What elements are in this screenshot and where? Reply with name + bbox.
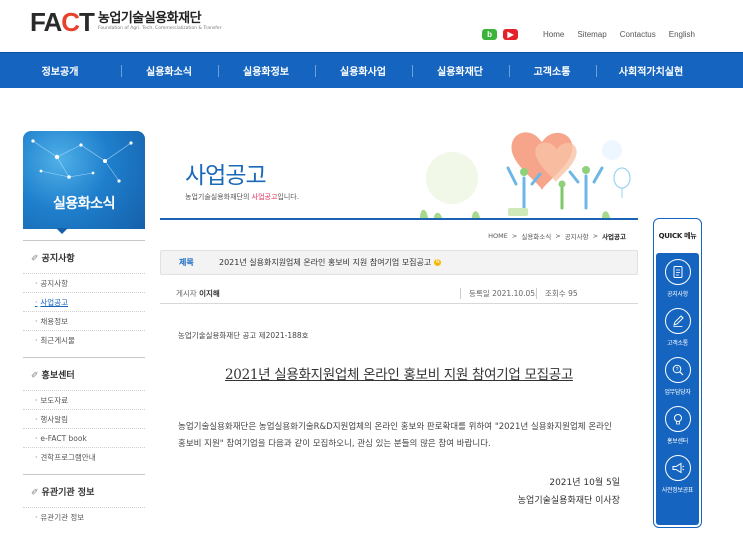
lightbulb-icon <box>664 406 691 432</box>
document-date: 2021년 10월 5일 <box>549 478 620 488</box>
sidebar-item-business-notice[interactable]: 사업공고 <box>23 292 145 311</box>
sidebar-section-related: ✐유관기관 정보 유관기관 정보 <box>23 474 145 526</box>
document-text: 농업기술실용화재단은 농업실용화기술R&D지원업체의 온라인 홍보와 판로확대를… <box>178 422 612 449</box>
gnb-item-communication[interactable]: 고객소통 <box>530 63 574 78</box>
post-writer: 게시자 이지해 <box>176 289 220 298</box>
post-date: 등록일 2021.10.05. <box>460 288 537 299</box>
chevron-right-icon: > <box>511 232 518 240</box>
chevron-right-icon: > <box>555 232 561 240</box>
gnb-separator <box>412 64 413 77</box>
family-heart-illustration <box>420 132 631 218</box>
document-issuer: 농업기술실용화재단 이사장 <box>517 496 620 506</box>
quick-item-pre-disclosure[interactable]: 사전정보공표 <box>656 449 699 498</box>
site-logo[interactable]: FACT 농업기술실용화재단 Foundation of Agri. Tech.… <box>30 8 221 36</box>
sidebar-arrow <box>56 228 68 234</box>
sidebar-section-pr: ✐홍보센터 보도자료 행사알림 e-FACT book 견학프로그램안내 <box>23 357 145 466</box>
logo-name: 농업기술실용화재단 <box>97 11 202 26</box>
person-search-icon: ? <box>664 357 691 383</box>
leaf-icon: ✐ <box>31 371 39 381</box>
quick-item-pr-center[interactable]: 홍보센터 <box>656 400 699 449</box>
gnb-separator <box>218 64 219 77</box>
gnb-separator <box>509 64 510 77</box>
breadcrumb: HOME > 실용화소식 > 공지사항 > 사업공고 <box>484 231 626 241</box>
quick-item-staff[interactable]: ? 업무담당자 <box>656 351 699 400</box>
sidebar-item-recent-posts[interactable]: 최근게시물 <box>23 330 145 349</box>
post-subject: 2021년 실용화지원업체 온라인 홍보비 지원 참여기업 모집공고 N <box>219 258 442 267</box>
breadcrumb-current: 사업공고 <box>602 233 626 241</box>
utility-nav: b ▶ Home Sitemap Contactus English <box>482 29 695 40</box>
page-description: 농업기술실용화재단의 사업공고입니다. <box>185 193 299 201</box>
quick-item-communication[interactable]: 고객소통 <box>656 302 699 351</box>
quick-menu: QUICK 메뉴 공지사항 고객소통 ? 업무담당자 홍보센터 사전정보공표 <box>653 218 702 528</box>
gnb-item-foundation[interactable]: 실용화재단 <box>433 63 487 78</box>
leaf-icon: ✐ <box>31 488 39 498</box>
gnb-separator <box>315 64 316 77</box>
gnb-item-information[interactable]: 실용화정보 <box>239 63 293 78</box>
post-views: 조회수 95 <box>536 288 578 299</box>
sidebar-item-notice[interactable]: 공지사항 <box>23 273 145 292</box>
sidebar-section-title: 홍보센터 <box>41 371 75 381</box>
content-title-rule <box>160 218 638 220</box>
page-title: 사업공고 <box>185 163 267 189</box>
new-badge-icon: N <box>434 259 442 266</box>
sidebar-section-title: 공지사항 <box>41 254 75 264</box>
sidebar-item-press[interactable]: 보도자료 <box>23 390 145 409</box>
document-title: 2021년 실용화지원업체 온라인 홍보비 지원 참여기업 모집공고 <box>225 367 573 383</box>
breadcrumb-item[interactable]: 실용화소식 <box>521 231 551 241</box>
constellation-graphic <box>31 139 133 183</box>
util-link-contactus[interactable]: Contactus <box>620 30 656 39</box>
svg-text:?: ? <box>675 367 678 373</box>
page: FACT 농업기술실용화재단 Foundation of Agri. Tech.… <box>0 0 743 534</box>
gnb-item-social-value[interactable]: 사회적가치실현 <box>611 63 691 78</box>
document-icon <box>664 259 691 285</box>
logo-subtitle: Foundation of Agri. Tech. Commercializat… <box>97 26 222 31</box>
post-body: 농업기술실용화재단 공고 제2021-188호 2021년 실용화지원업체 온라… <box>160 318 638 506</box>
sidebar-item-tour-program[interactable]: 견학프로그램안내 <box>23 447 145 466</box>
subject-label: 제목 <box>179 258 194 267</box>
gnb-separator <box>121 64 122 77</box>
sidebar-title: 실용화소식 <box>53 196 115 212</box>
gnb-item-info-disclosure[interactable]: 정보공개 <box>32 63 88 78</box>
chevron-right-icon: > <box>592 232 599 240</box>
youtube-icon[interactable]: ▶ <box>503 29 519 40</box>
megaphone-icon <box>664 455 691 481</box>
main-navigation: 정보공개 실용화소식 실용화정보 실용화사업 실용화재단 고객소통 사회적가치실… <box>0 52 743 88</box>
sidebar-item-recruit[interactable]: 채용정보 <box>23 311 145 330</box>
sidebar-menu: ✐공지사항 공지사항 사업공고 채용정보 최근게시물 ✐홍보센터 보도자료 행사… <box>23 240 145 526</box>
logo-mark: FACT <box>30 7 95 37</box>
gnb-item-news[interactable]: 실용화소식 <box>142 63 196 78</box>
leaf-icon: ✐ <box>31 254 39 264</box>
sidebar-item-related-org[interactable]: 유관기관 정보 <box>23 507 145 526</box>
pencil-icon <box>664 308 691 334</box>
util-link-english[interactable]: English <box>669 30 695 39</box>
util-link-home[interactable]: Home <box>543 30 564 39</box>
document-number: 농업기술실용화재단 공고 제2021-188호 <box>178 331 309 340</box>
sidebar-item-efact-book[interactable]: e-FACT book <box>23 428 145 447</box>
breadcrumb-item[interactable]: 공지사항 <box>565 231 589 241</box>
sidebar-banner: 실용화소식 <box>23 131 145 229</box>
gnb-separator <box>596 64 597 77</box>
quick-item-notice[interactable]: 공지사항 <box>656 253 699 302</box>
post-subject-bar: 제목 2021년 실용화지원업체 온라인 홍보비 지원 참여기업 모집공고 N <box>160 250 638 275</box>
gnb-item-business[interactable]: 실용화사업 <box>336 63 390 78</box>
blog-icon[interactable]: b <box>482 29 498 40</box>
breadcrumb-home[interactable]: HOME <box>488 232 508 240</box>
sidebar-item-events[interactable]: 행사알림 <box>23 409 145 428</box>
sidebar-section-title: 유관기관 정보 <box>41 488 95 498</box>
quick-menu-title: QUICK 메뉴 <box>658 232 697 240</box>
util-link-sitemap[interactable]: Sitemap <box>577 30 606 39</box>
post-meta: 게시자 이지해 등록일 2021.10.05. 조회수 95 <box>160 282 638 304</box>
sidebar-section-notice: ✐공지사항 공지사항 사업공고 채용정보 최근게시물 <box>23 240 145 349</box>
